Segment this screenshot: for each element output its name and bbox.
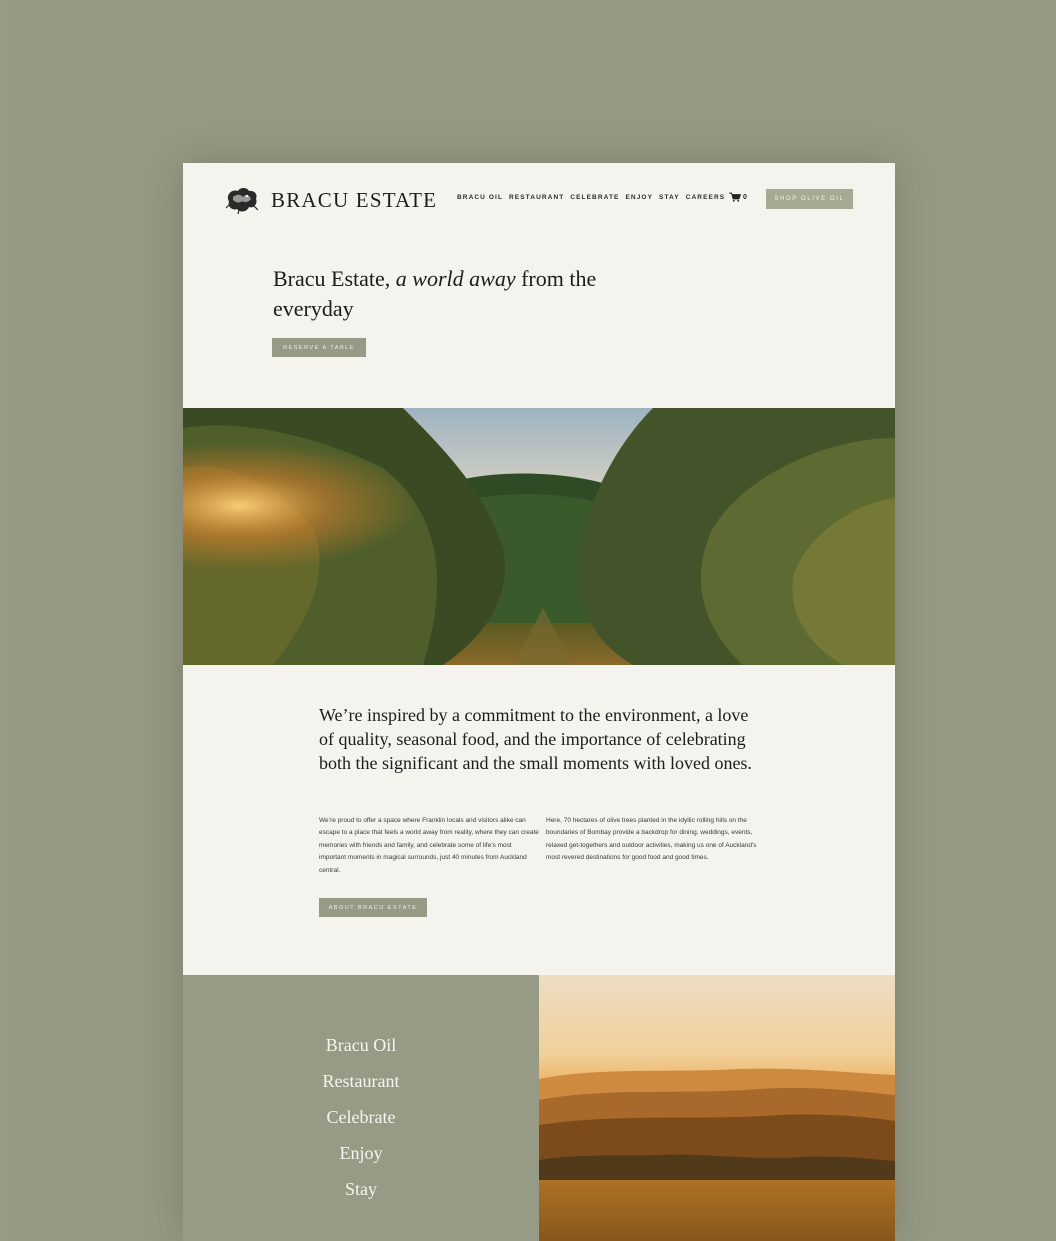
nav-item-celebrate[interactable]: CELEBRATE xyxy=(570,194,619,201)
cart-count: 0 xyxy=(743,193,747,201)
bottom-nav: Bracu Oil Restaurant Celebrate Enjoy Sta… xyxy=(183,975,539,1207)
nav-item-careers[interactable]: CAREERS xyxy=(686,194,725,201)
intro-column-right: Here, 70 hectares of olive trees planted… xyxy=(546,817,757,862)
reserve-table-button[interactable]: RESERVE A TABLE xyxy=(272,338,366,357)
nav-item-restaurant[interactable]: RESTAURANT xyxy=(509,194,564,201)
shop-olive-oil-button[interactable]: SHOP OLIVE OIL xyxy=(766,189,853,209)
bottom-nav-celebrate[interactable]: Celebrate xyxy=(183,1099,539,1135)
bottom-nav-restaurant[interactable]: Restaurant xyxy=(183,1063,539,1099)
intro-column-left: We’re proud to offer a space where Frank… xyxy=(319,817,539,874)
bottom-nav-panel: Bracu Oil Restaurant Celebrate Enjoy Sta… xyxy=(183,975,539,1241)
nav-item-enjoy[interactable]: ENJOY xyxy=(625,194,653,201)
bottom-nav-enjoy[interactable]: Enjoy xyxy=(183,1135,539,1171)
olive-grove-image xyxy=(183,408,895,665)
main-nav: BRACU OIL RESTAURANT CELEBRATE ENJOY STA… xyxy=(457,194,725,201)
cart-icon xyxy=(729,192,741,202)
cart-button[interactable]: 0 xyxy=(729,192,747,202)
about-bracu-estate-button[interactable]: ABOUT BRACU ESTATE xyxy=(319,898,427,917)
website-page: BRACU ESTATE BRACU OIL RESTAURANT CELEBR… xyxy=(183,163,895,1241)
bottom-nav-stay[interactable]: Stay xyxy=(183,1171,539,1207)
hero-title-start: Bracu Estate, xyxy=(273,266,396,291)
dragon-logo-icon xyxy=(225,188,259,215)
hero-title: Bracu Estate, a world away from the ever… xyxy=(273,264,633,324)
brand-logo[interactable]: BRACU ESTATE xyxy=(225,185,437,215)
hero-title-italic: a world away xyxy=(395,266,516,291)
bottom-nav-bracu-oil[interactable]: Bracu Oil xyxy=(183,1027,539,1063)
intro-lead-text: We’re inspired by a commitment to the en… xyxy=(319,705,752,773)
nav-item-stay[interactable]: STAY xyxy=(659,194,680,201)
brand-name: BRACU ESTATE xyxy=(271,187,438,212)
nav-item-bracu-oil[interactable]: BRACU OIL xyxy=(457,194,503,201)
sunset-hills-image xyxy=(539,975,895,1241)
